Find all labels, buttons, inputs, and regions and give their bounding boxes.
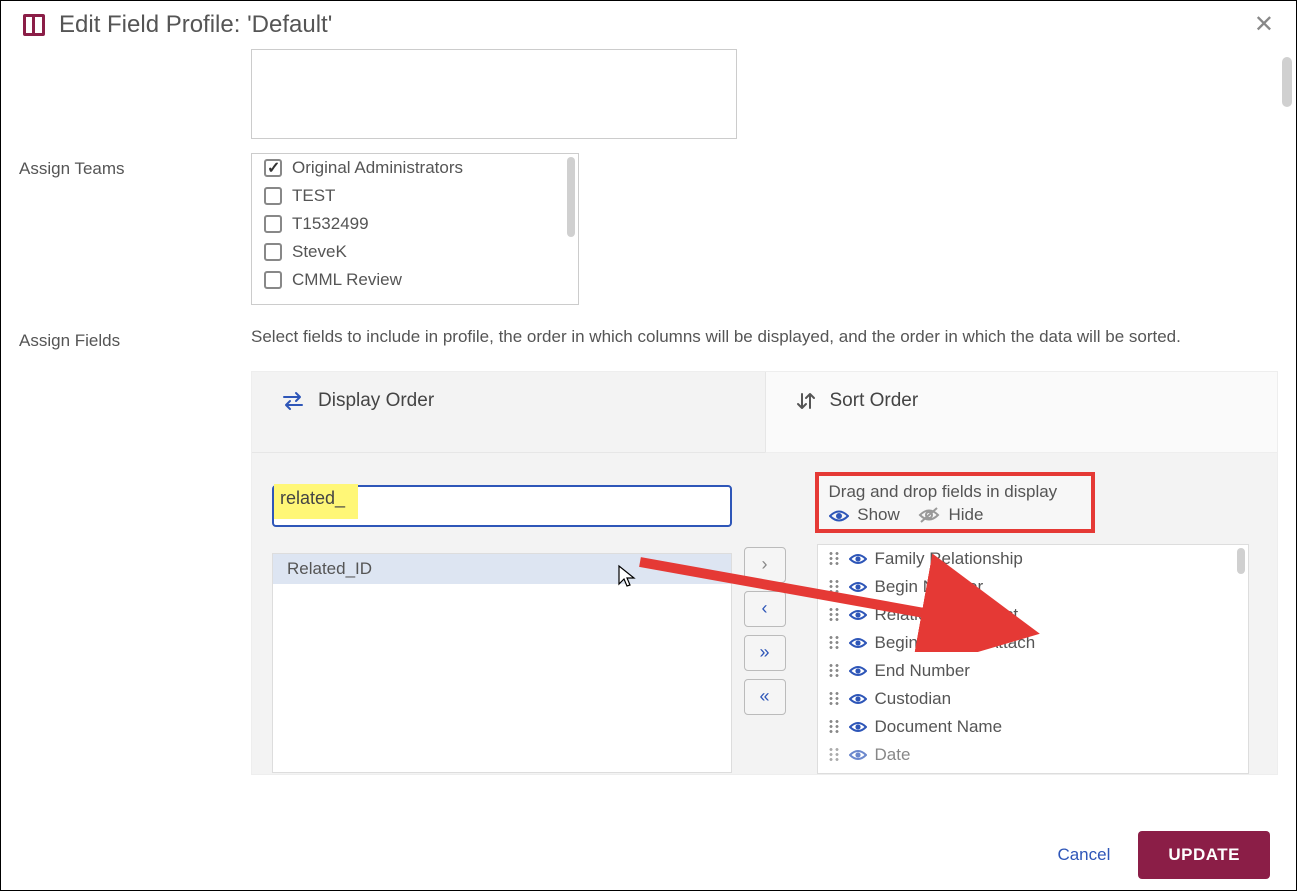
team-item[interactable]: SteveK <box>252 238 578 266</box>
display-order-title: Display Order <box>318 390 434 412</box>
field-name: Date <box>875 745 911 765</box>
hide-label: Hide <box>949 505 984 524</box>
sort-icon <box>796 391 816 411</box>
eye-show-icon[interactable] <box>849 693 867 705</box>
field-name: Custodian <box>875 689 952 709</box>
team-label: CMML Review <box>292 270 402 290</box>
update-button[interactable]: UPDATE <box>1138 831 1270 879</box>
field-name: Begin Number Attach <box>875 633 1036 653</box>
drag-help-annotation: Drag and drop fields in display Show Hid… <box>815 472 1095 533</box>
selected-field-item[interactable]: Date <box>818 741 1249 769</box>
selected-field-item[interactable]: Family Relationship <box>818 545 1249 573</box>
selected-fields-list[interactable]: Family Relationship Begin Number Relatio… <box>817 544 1250 774</box>
drag-handle-icon[interactable] <box>828 551 841 566</box>
eye-show-icon[interactable] <box>849 749 867 761</box>
move-all-right-button[interactable]: » <box>744 635 786 671</box>
selected-field-item[interactable]: Begin Number <box>818 573 1249 601</box>
checkbox-checked-icon[interactable] <box>264 159 282 177</box>
description-box[interactable] <box>251 49 737 139</box>
modal-title: Edit Field Profile: 'Default' <box>59 11 332 39</box>
drag-handle-icon[interactable] <box>828 747 841 762</box>
field-name: Family Relationship <box>875 549 1023 569</box>
sort-order-title: Sort Order <box>830 390 919 412</box>
swap-icon <box>282 391 304 411</box>
assign-teams-list[interactable]: Original Administrators TEST T1532499 St… <box>251 153 579 305</box>
checkbox-icon[interactable] <box>264 187 282 205</box>
field-name: Relational field test <box>875 605 1019 625</box>
team-item[interactable]: CMML Review <box>252 266 578 294</box>
team-item[interactable]: T1532499 <box>252 210 578 238</box>
move-left-button[interactable]: ‹ <box>744 591 786 627</box>
selected-field-item[interactable]: Document Name <box>818 713 1249 741</box>
selected-field-item[interactable]: Begin Number Attach <box>818 629 1249 657</box>
team-label: Original Administrators <box>292 158 463 178</box>
eye-show-icon[interactable] <box>849 637 867 649</box>
drag-help-text: Drag and drop fields in display <box>829 482 1081 502</box>
eye-show-icon[interactable] <box>849 721 867 733</box>
show-toggle[interactable]: Show <box>829 505 900 525</box>
search-text-value: related_ <box>280 488 345 509</box>
selected-field-item[interactable]: End Number <box>818 657 1249 685</box>
drag-handle-icon[interactable] <box>828 719 841 734</box>
field-profile-icon <box>23 14 45 36</box>
show-label: Show <box>857 505 900 524</box>
hide-toggle[interactable]: Hide <box>918 505 984 525</box>
assign-teams-label: Assign Teams <box>19 153 251 305</box>
close-icon[interactable]: ✕ <box>1254 13 1274 37</box>
drag-handle-icon[interactable] <box>828 635 841 650</box>
cancel-button[interactable]: Cancel <box>1057 845 1110 865</box>
field-name: End Number <box>875 661 970 681</box>
checkbox-icon[interactable] <box>264 243 282 261</box>
selected-scrollbar[interactable] <box>1237 548 1245 574</box>
eye-show-icon[interactable] <box>849 581 867 593</box>
move-all-left-button[interactable]: « <box>744 679 786 715</box>
available-field-item[interactable]: Related_ID <box>273 554 731 584</box>
selected-field-item[interactable]: Relational field test <box>818 601 1249 629</box>
eye-show-icon[interactable] <box>849 665 867 677</box>
drag-handle-icon[interactable] <box>828 663 841 678</box>
teams-scrollbar[interactable] <box>567 157 575 237</box>
team-item[interactable]: Original Administrators <box>252 154 578 182</box>
eye-show-icon[interactable] <box>849 609 867 621</box>
checkbox-icon[interactable] <box>264 215 282 233</box>
team-label: SteveK <box>292 242 347 262</box>
drag-handle-icon[interactable] <box>828 607 841 622</box>
field-name: Document Name <box>875 717 1003 737</box>
eye-show-icon[interactable] <box>849 553 867 565</box>
checkbox-icon[interactable] <box>264 271 282 289</box>
selected-field-item[interactable]: Custodian <box>818 685 1249 713</box>
drag-handle-icon[interactable] <box>828 579 841 594</box>
team-label: T1532499 <box>292 214 369 234</box>
team-label: TEST <box>292 186 335 206</box>
field-name: Begin Number <box>875 577 984 597</box>
team-item[interactable]: TEST <box>252 182 578 210</box>
move-right-button[interactable]: › <box>744 547 786 583</box>
assign-fields-description: Select fields to include in profile, the… <box>251 325 1271 349</box>
drag-handle-icon[interactable] <box>828 691 841 706</box>
available-fields-list[interactable]: Related_ID <box>272 553 732 773</box>
assign-fields-label: Assign Fields <box>19 325 251 775</box>
